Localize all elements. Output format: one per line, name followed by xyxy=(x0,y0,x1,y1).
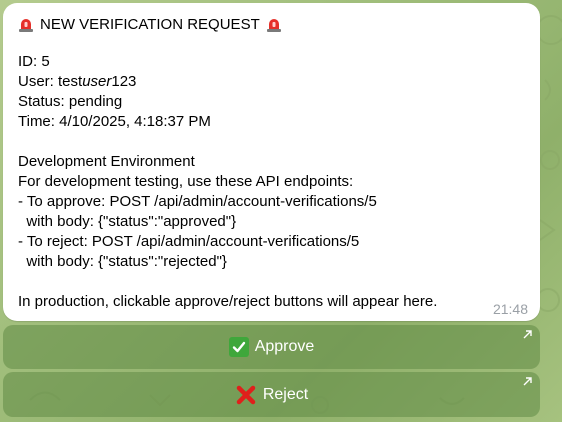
cross-mark-icon xyxy=(236,385,256,404)
env-heading: Development Environment xyxy=(18,153,195,170)
message-title-row: NEW VERIFICATION REQUEST xyxy=(18,12,518,38)
request-id: ID: 5 xyxy=(18,53,50,70)
message-timestamp: 21:48 xyxy=(492,301,528,317)
verification-message-bubble: NEW VERIFICATION REQUEST ID: 5 User: tes… xyxy=(3,3,540,321)
arrow-up-right-icon xyxy=(523,330,532,339)
approve-button-label: Approve xyxy=(254,338,315,355)
production-note: In production, clickable approve/reject … xyxy=(18,293,438,310)
request-time: Time: 4/10/2025, 4:18:37 PM xyxy=(18,113,211,130)
request-status: Status: pending xyxy=(18,93,123,110)
request-user: User: testuser123 xyxy=(18,72,518,92)
arrow-up-right-icon xyxy=(523,377,532,386)
rotating-light-icon xyxy=(266,19,281,32)
message-title: NEW VERIFICATION REQUEST xyxy=(40,16,260,33)
reject-button-label: Reject xyxy=(262,385,309,403)
user-prefix: User: test xyxy=(18,73,83,90)
reject-button[interactable]: Reject xyxy=(3,372,540,417)
user-italic: user xyxy=(82,73,112,90)
check-mark-button-icon xyxy=(228,337,249,357)
env-instructions: For development testing, use these API e… xyxy=(18,173,354,190)
message-text: NEW VERIFICATION REQUEST ID: 5 User: tes… xyxy=(18,12,518,312)
reject-endpoint: - To reject: POST /api/admin/account-ver… xyxy=(18,233,360,250)
approve-button[interactable]: Approve xyxy=(3,325,540,369)
rotating-light-icon xyxy=(19,19,33,32)
user-suffix: 123 xyxy=(111,73,137,90)
approve-endpoint: - To approve: POST /api/admin/account-ve… xyxy=(18,193,377,210)
approve-body: with body: {"status":"approved"} xyxy=(18,213,237,230)
reject-body: with body: {"status":"rejected"} xyxy=(18,253,227,270)
